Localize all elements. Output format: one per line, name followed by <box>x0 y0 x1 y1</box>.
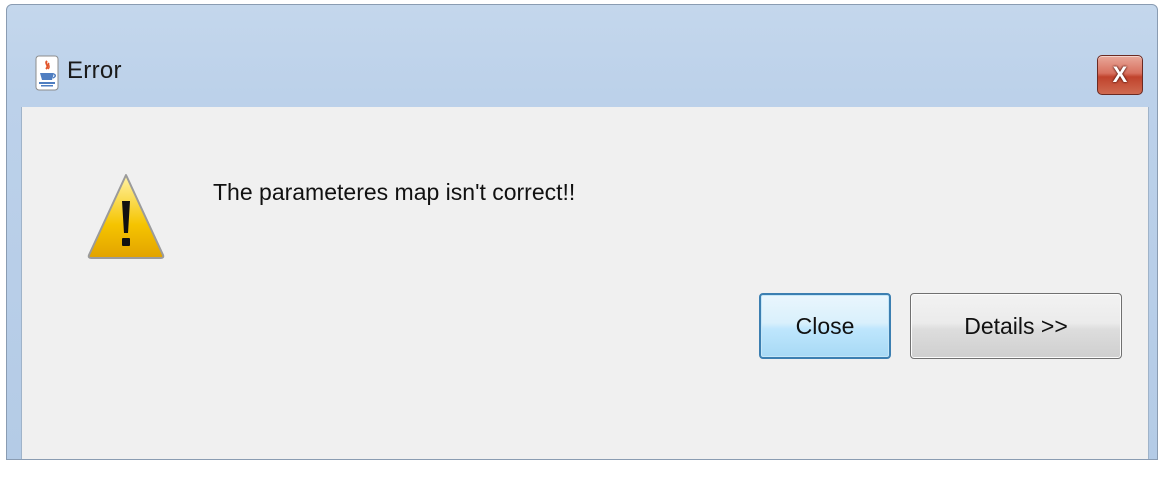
window-close-button[interactable]: X <box>1097 55 1143 95</box>
java-cup-icon <box>35 55 59 91</box>
close-button[interactable]: Close <box>759 293 891 359</box>
error-dialog-window: Error X The parameteres map isn't correc… <box>6 4 1158 460</box>
details-button[interactable]: Details >> <box>910 293 1122 359</box>
title-bar[interactable]: Error X <box>7 5 1157 107</box>
error-message: The parameteres map isn't correct!! <box>213 179 576 205</box>
dialog-body: The parameteres map isn't correct!! Clos… <box>21 107 1149 459</box>
close-icon: X <box>1112 62 1128 87</box>
warning-icon <box>86 171 166 261</box>
window-title: Error <box>67 57 122 84</box>
